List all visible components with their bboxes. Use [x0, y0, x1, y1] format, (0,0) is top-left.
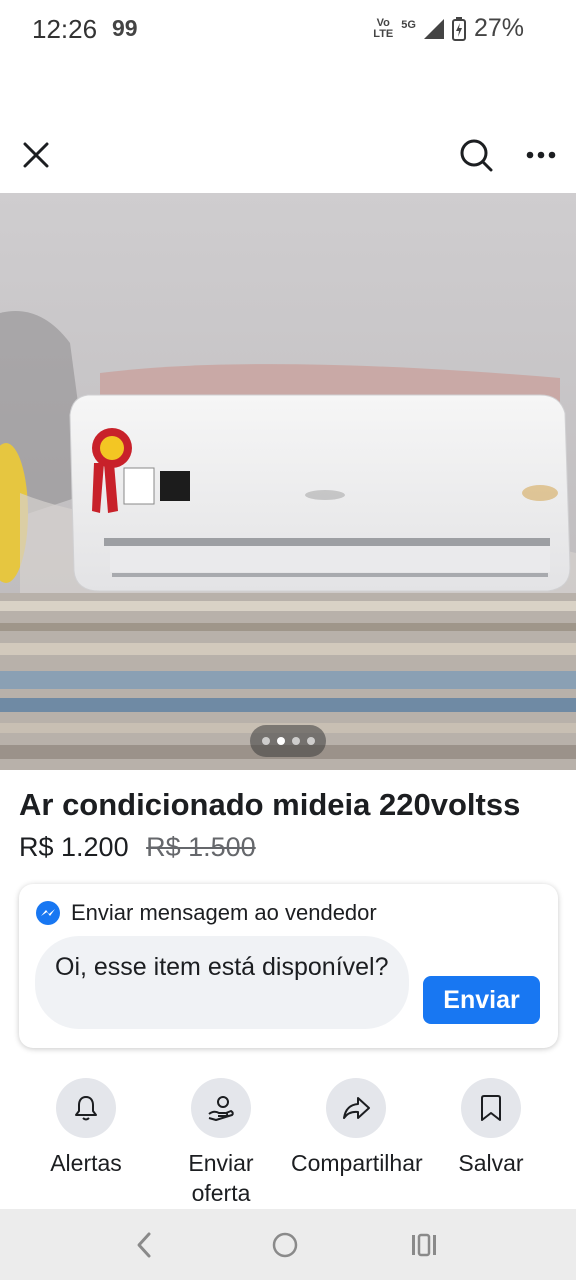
battery-charging-icon	[451, 16, 466, 41]
close-button[interactable]	[6, 118, 66, 192]
status-time: 12:26	[32, 14, 98, 44]
alerts-label: Alertas	[50, 1150, 122, 1176]
messenger-icon	[36, 901, 60, 925]
more-button[interactable]	[511, 118, 571, 192]
signal-icon	[423, 18, 444, 39]
save-label: Salvar	[458, 1150, 524, 1176]
notification-count: 99	[112, 15, 138, 41]
share-icon	[343, 1097, 370, 1119]
nav-home-button[interactable]	[255, 1209, 315, 1280]
bell-icon	[75, 1096, 97, 1121]
air-conditioner-photo	[0, 193, 576, 770]
network-type: 5G	[401, 18, 416, 31]
message-header: Enviar mensagem ao vendedor	[35, 900, 377, 926]
back-icon	[137, 1232, 151, 1257]
listing-price: R$ 1.200	[19, 832, 129, 862]
share-label: Compartilhar	[291, 1150, 423, 1176]
offer-icon	[208, 1096, 234, 1121]
battery-percent: 27%	[473, 14, 524, 42]
image-pager[interactable]	[250, 725, 326, 757]
pager-dot-active[interactable]	[276, 737, 285, 745]
pager-dot[interactable]	[261, 737, 270, 745]
share-action[interactable]: Compartilhar	[291, 1078, 423, 1178]
message-header-label: Enviar mensagem ao vendedor	[71, 900, 377, 925]
status-bar: 12:26 99 Vo LTE 5G 27%	[0, 0, 576, 62]
nav-back-button[interactable]	[114, 1209, 174, 1280]
volte-indicator: Vo LTE	[373, 16, 394, 40]
recents-icon	[412, 1233, 436, 1256]
listing-old-price: R$ 1.500	[146, 832, 256, 862]
home-icon	[272, 1232, 298, 1257]
offer-action-circle[interactable]	[191, 1078, 251, 1138]
message-seller-card: Enviar mensagem ao vendedor Oi, esse ite…	[19, 884, 558, 1048]
more-icon	[526, 151, 556, 159]
message-input[interactable]: Oi, esse item está disponível?	[35, 936, 409, 1029]
system-nav-bar	[0, 1209, 576, 1280]
listing-title: Ar condicionado mideia 220voltss	[19, 787, 521, 822]
close-icon	[23, 142, 49, 168]
send-button[interactable]: Enviar	[423, 976, 540, 1024]
search-button[interactable]	[446, 118, 506, 192]
save-action-circle[interactable]	[461, 1078, 521, 1138]
pager-dot[interactable]	[306, 737, 315, 745]
status-indicators: Vo LTE 5G 27%	[373, 14, 524, 43]
product-photo[interactable]	[0, 193, 576, 770]
search-icon	[460, 139, 493, 172]
alerts-action-circle[interactable]	[56, 1078, 116, 1138]
save-action[interactable]: Salvar	[426, 1078, 556, 1178]
offer-label: Enviar oferta	[188, 1150, 254, 1206]
bookmark-icon	[481, 1095, 501, 1121]
offer-action[interactable]: Enviar oferta	[156, 1078, 286, 1208]
pager-dot[interactable]	[291, 737, 300, 745]
share-action-circle[interactable]	[326, 1078, 386, 1138]
top-bar	[0, 118, 576, 192]
alerts-action[interactable]: Alertas	[21, 1078, 151, 1178]
price-row: R$ 1.200 R$ 1.500	[19, 832, 256, 863]
nav-recents-button[interactable]	[394, 1209, 454, 1280]
